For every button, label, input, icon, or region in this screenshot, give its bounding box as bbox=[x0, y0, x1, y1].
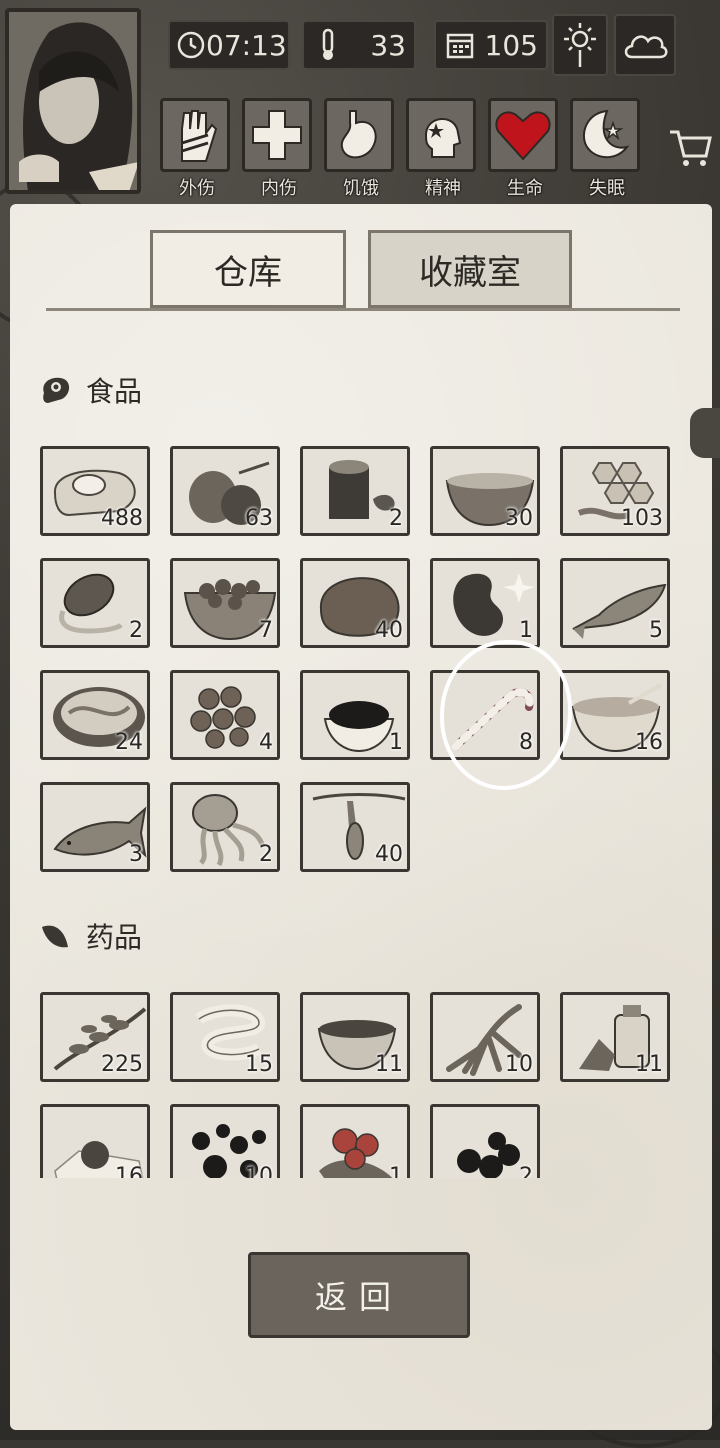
back-button[interactable]: 返回 bbox=[248, 1252, 470, 1338]
item-count: 10 bbox=[505, 1052, 533, 1077]
inventory-slot[interactable]: 10 bbox=[430, 992, 540, 1082]
item-count: 2 bbox=[519, 1164, 533, 1178]
item-count: 1 bbox=[389, 1164, 403, 1178]
inventory-slot[interactable]: 2 bbox=[430, 1104, 540, 1178]
item-count: 225 bbox=[101, 1052, 143, 1077]
medicine-grid: 225 15 11 10 11 16 10 1 2 bbox=[0, 0, 720, 1178]
item-count: 11 bbox=[375, 1052, 403, 1077]
item-count: 16 bbox=[115, 1164, 143, 1178]
inventory-slot[interactable]: 1 bbox=[300, 1104, 410, 1178]
inventory-slot[interactable]: 16 bbox=[40, 1104, 150, 1178]
inventory-slot[interactable]: 225 bbox=[40, 992, 150, 1082]
inventory-slot[interactable]: 11 bbox=[560, 992, 670, 1082]
inventory-slot[interactable]: 15 bbox=[170, 992, 280, 1082]
item-count: 15 bbox=[245, 1052, 273, 1077]
item-count: 11 bbox=[635, 1052, 663, 1077]
inventory-slot[interactable]: 10 bbox=[170, 1104, 280, 1178]
item-count: 10 bbox=[245, 1164, 273, 1178]
inventory-slot[interactable]: 11 bbox=[300, 992, 410, 1082]
